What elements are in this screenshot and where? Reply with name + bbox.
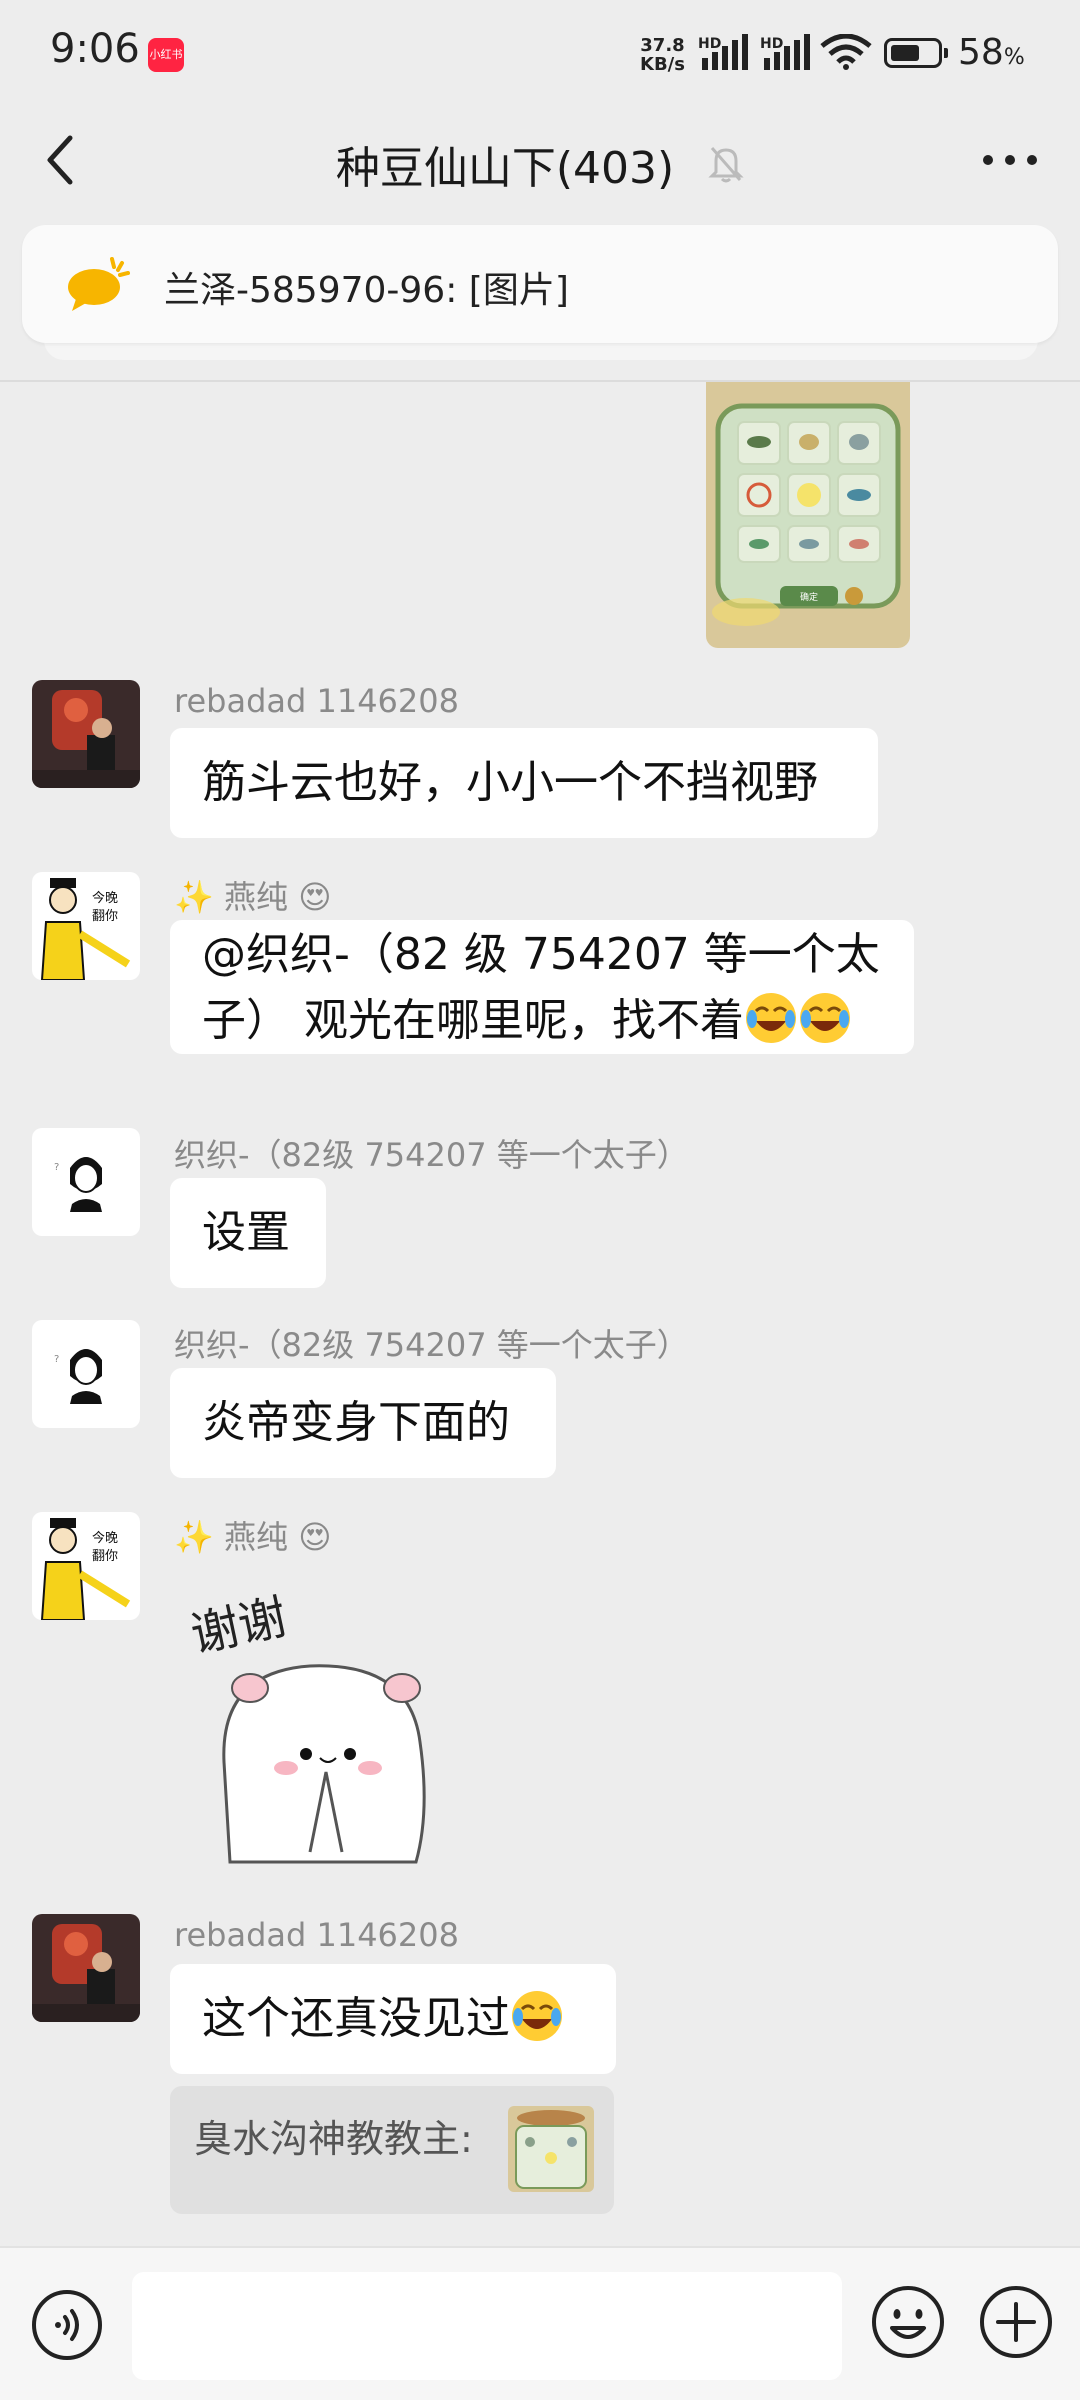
sender-name: rebadad 1146208 bbox=[174, 1916, 459, 1954]
mute-bell-icon bbox=[708, 147, 744, 183]
svg-text:?: ? bbox=[54, 1162, 59, 1173]
avatar-image: ? bbox=[32, 1128, 140, 1236]
game-screenshot-image: 确定 bbox=[706, 382, 910, 648]
message-text: 筋斗云也好，小小一个不挡视野 bbox=[202, 757, 818, 808]
avatar-yanchun[interactable]: 今晚 翻你 bbox=[32, 1512, 140, 1620]
avatar-zhizhi[interactable]: ? bbox=[32, 1128, 140, 1236]
sender-name: rebadad 1146208 bbox=[174, 682, 459, 720]
signal-icon-2 bbox=[764, 34, 810, 70]
svg-text:翻你: 翻你 bbox=[92, 1549, 118, 1564]
chat-header: 种豆仙山下(403) bbox=[0, 100, 1080, 220]
avatar-image: ? bbox=[32, 1320, 140, 1428]
battery-icon bbox=[884, 38, 948, 68]
avatar-image bbox=[32, 1914, 140, 2022]
sender-name-text: 燕纯 bbox=[224, 1518, 289, 1556]
sender-name: 织织-（82级 754207 等一个太子） bbox=[174, 1136, 689, 1174]
xiaohongshu-app-icon: 小红书 bbox=[148, 38, 184, 72]
thank-you-hamster-sticker[interactable]: 谢谢 bbox=[180, 1562, 480, 1872]
svg-text:翻你: 翻你 bbox=[92, 909, 118, 924]
message-text-line2: 子） 观光在哪里呢，找不着 bbox=[202, 995, 744, 1046]
group-name: 种豆仙山下(403) bbox=[335, 143, 675, 194]
avatar-image bbox=[32, 680, 140, 788]
sparkle-icon: ✨ bbox=[174, 1518, 214, 1556]
sender-name-text: 燕纯 bbox=[224, 878, 289, 916]
message-input[interactable] bbox=[132, 2272, 842, 2380]
heart-eyes-emoji: 😍 bbox=[298, 1518, 332, 1556]
sender-name: ✨ 燕纯 😍 bbox=[174, 872, 332, 918]
chat-title: 种豆仙山下(403) bbox=[0, 132, 1080, 196]
heart-eyes-emoji: 😍 bbox=[298, 878, 332, 916]
voice-input-icon[interactable] bbox=[30, 2288, 104, 2362]
quoted-sender: 臭水沟神教教主: bbox=[194, 2117, 473, 2161]
add-plus-icon[interactable] bbox=[978, 2284, 1054, 2360]
sun-cloud-icon bbox=[68, 257, 130, 311]
message-bubble[interactable]: 炎帝变身下面的 bbox=[170, 1368, 556, 1478]
notice-text: 兰泽-585970-96: [图片] bbox=[164, 270, 569, 311]
status-bar: 9:06 小红书 37.8 KB/s HD HD 58% bbox=[0, 0, 1080, 100]
avatar-zhizhi[interactable]: ? bbox=[32, 1320, 140, 1428]
quoted-image bbox=[508, 2106, 594, 2192]
message-bubble[interactable]: 筋斗云也好，小小一个不挡视野 bbox=[170, 728, 878, 838]
avatar-rebadad[interactable] bbox=[32, 680, 140, 788]
message-text: 这个还真没见过 bbox=[202, 1993, 510, 2044]
battery-percent: 58% bbox=[958, 32, 1025, 73]
wifi-icon bbox=[820, 34, 872, 70]
sparkle-icon: ✨ bbox=[174, 878, 214, 916]
sticker-caption: 谢谢 bbox=[186, 1589, 292, 1664]
quoted-message[interactable]: 臭水沟神教教主: bbox=[170, 2086, 614, 2214]
avatar-yanchun[interactable]: 今晚 翻你 bbox=[32, 872, 140, 980]
tears-of-joy-emoji bbox=[746, 993, 796, 1043]
svg-text:今晚: 今晚 bbox=[92, 1530, 118, 1546]
svg-text:今晚: 今晚 bbox=[92, 890, 118, 906]
network-speed-value: 37.8 bbox=[640, 35, 685, 56]
tears-of-joy-emoji bbox=[800, 993, 850, 1043]
network-speed-unit: KB/s bbox=[640, 54, 685, 75]
latest-message-notice[interactable]: 兰泽-585970-96: [图片] bbox=[22, 225, 1058, 343]
sender-name: 织织-（82级 754207 等一个太子） bbox=[174, 1326, 689, 1364]
message-bubble[interactable]: 这个还真没见过 bbox=[170, 1964, 616, 2074]
image-message[interactable]: 确定 bbox=[706, 382, 910, 648]
input-bar bbox=[0, 2246, 1080, 2400]
message-text: 炎帝变身下面的 bbox=[202, 1397, 510, 1448]
avatar-image: 今晚 翻你 bbox=[32, 1512, 140, 1620]
signal-icon-1 bbox=[702, 34, 748, 70]
message-list[interactable]: 确定 rebadad 1146208 筋斗云也好，小小一个不挡视野 今晚 翻你 … bbox=[0, 382, 1080, 2246]
more-options-icon[interactable] bbox=[980, 140, 1040, 180]
message-text: 设置 bbox=[202, 1207, 290, 1258]
sender-name: ✨ 燕纯 😍 bbox=[174, 1512, 332, 1558]
quoted-image-thumbnail bbox=[508, 2106, 594, 2192]
avatar-rebadad[interactable] bbox=[32, 1914, 140, 2022]
message-bubble[interactable]: 设置 bbox=[170, 1178, 326, 1288]
message-bubble[interactable]: @织织-（82 级 754207 等一个太 子） 观光在哪里呢，找不着 bbox=[170, 920, 914, 1054]
status-time: 9:06 bbox=[50, 26, 140, 72]
emoji-icon[interactable] bbox=[870, 2284, 946, 2360]
tears-of-joy-emoji bbox=[512, 1991, 562, 2041]
svg-text:?: ? bbox=[54, 1354, 59, 1365]
avatar-image: 今晚 翻你 bbox=[32, 872, 140, 980]
network-speed: 37.8 KB/s bbox=[640, 36, 685, 74]
confirm-button-label: 确定 bbox=[800, 591, 818, 603]
message-text-line1: @织织-（82 级 754207 等一个太 bbox=[202, 929, 880, 980]
